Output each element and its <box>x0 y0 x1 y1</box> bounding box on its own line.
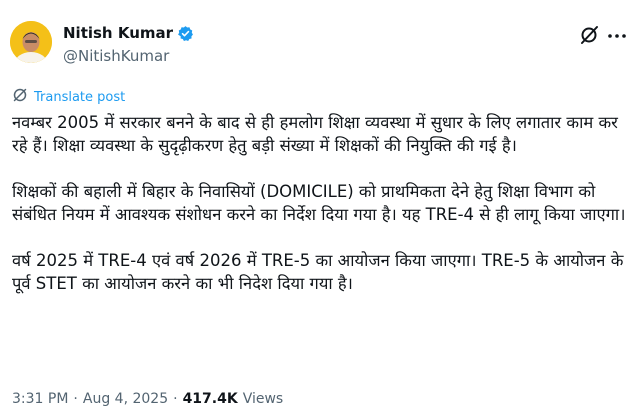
avatar[interactable] <box>10 21 52 63</box>
avatar-image <box>10 21 52 63</box>
tweet-card: Nitish Kumar @NitishKumar Translate post… <box>0 0 640 420</box>
views-label: Views <box>242 391 284 407</box>
views-count[interactable]: 417.4K <box>183 391 238 407</box>
meta-separator: · <box>73 391 78 407</box>
post-time[interactable]: 3:31 PM <box>12 391 68 407</box>
grok-icon[interactable] <box>578 24 600 46</box>
post-text: नवम्बर 2005 में सरकार बनने के बाद से ही … <box>12 111 628 318</box>
translate-icon <box>12 87 28 107</box>
more-options-icon[interactable] <box>606 27 628 45</box>
post-date[interactable]: Aug 4, 2025 <box>83 391 168 407</box>
author-handle[interactable]: @NitishKumar <box>63 47 169 65</box>
post-metadata: 3:31 PM · Aug 4, 2025 · 417.4K Views <box>12 391 283 407</box>
translate-post-label: Translate post <box>34 89 126 105</box>
post-paragraph: शिक्षकों की बहाली में बिहार के निवासियों… <box>12 182 626 224</box>
post-paragraph: वर्ष 2025 में TRE-4 एवं वर्ष 2026 में TR… <box>12 251 624 293</box>
author-name-row: Nitish Kumar <box>63 24 194 42</box>
author-display-name[interactable]: Nitish Kumar <box>63 24 173 42</box>
meta-separator: · <box>173 391 178 407</box>
translate-post-link[interactable]: Translate post <box>12 87 125 107</box>
post-paragraph: नवम्बर 2005 में सरकार बनने के बाद से ही … <box>12 113 618 155</box>
verified-badge-icon <box>177 25 194 42</box>
